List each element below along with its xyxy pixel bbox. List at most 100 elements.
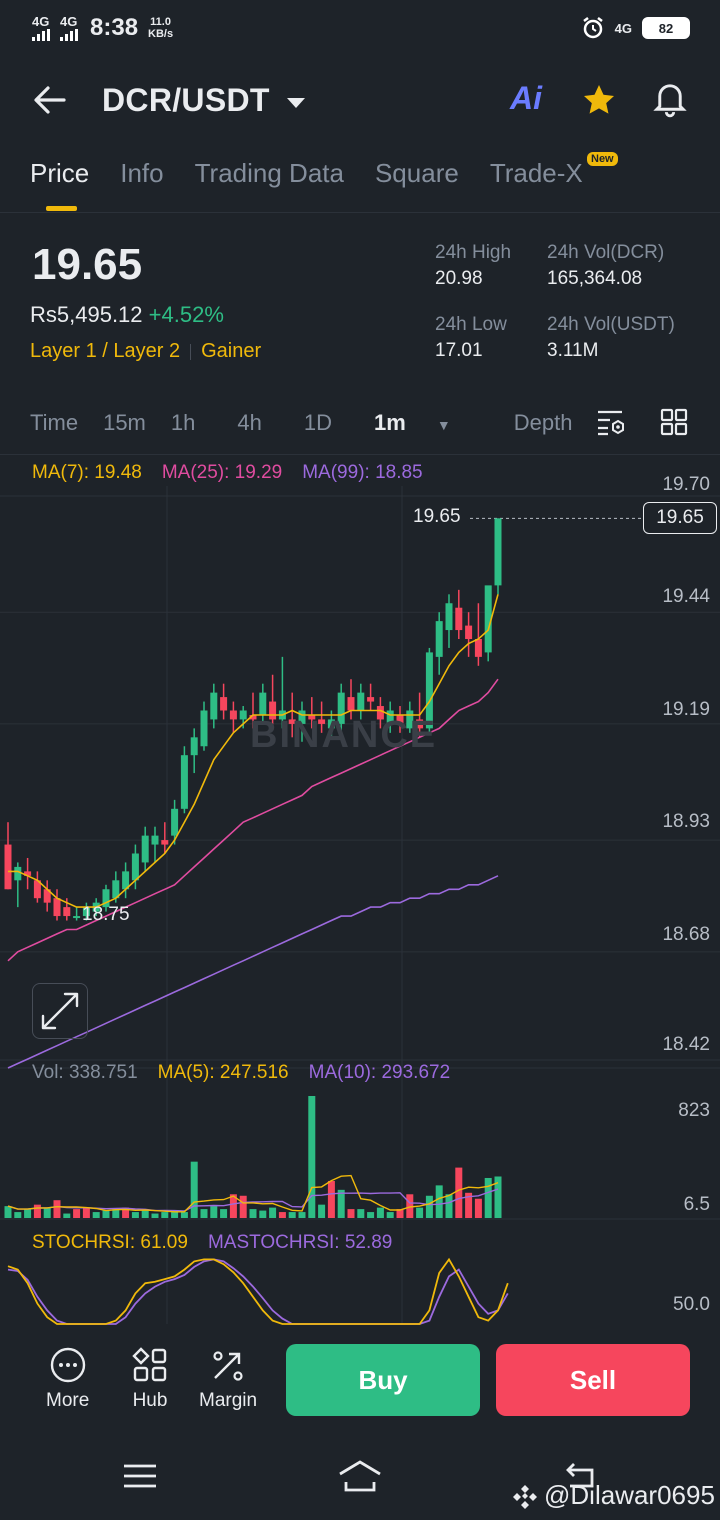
tag-layer[interactable]: Layer 1 / Layer 2	[30, 340, 180, 362]
speed-value: 11.0	[150, 16, 171, 28]
stat-low-value: 17.01	[435, 340, 483, 361]
volume-bar	[474, 1198, 482, 1218]
tag-gainer[interactable]: Gainer	[201, 340, 261, 362]
buy-button[interactable]: Buy	[286, 1344, 480, 1416]
volume-bar	[386, 1212, 394, 1218]
volume-bar	[249, 1209, 257, 1218]
user-watermark: @Dilawar0695	[512, 1480, 715, 1511]
volume-bar	[259, 1210, 267, 1218]
tab-square[interactable]: Square	[375, 158, 459, 189]
more-button[interactable]: More	[46, 1346, 89, 1412]
tf-depth[interactable]: Depth	[514, 410, 573, 436]
layout-grid-icon[interactable]	[660, 408, 688, 436]
low-marker: 18.75	[82, 904, 130, 925]
clock: 8:38	[90, 14, 139, 41]
volume-bar	[337, 1189, 345, 1218]
y-tick: 18.68	[662, 924, 710, 945]
star-icon[interactable]	[580, 82, 618, 118]
volume-bar	[200, 1209, 208, 1218]
fullscreen-button[interactable]	[32, 983, 88, 1039]
volume-bar	[445, 1194, 453, 1218]
hub-button[interactable]: Hub	[131, 1346, 169, 1412]
stat-high: 24h High 20.98	[435, 242, 511, 290]
battery-level: 82	[658, 20, 674, 36]
stat-vol-usdt-label: 24h Vol(USDT)	[547, 314, 675, 335]
high-marker: 19.65	[413, 506, 461, 527]
volume-bar	[24, 1209, 32, 1218]
ma25-label: MA(25): 19.29	[161, 462, 283, 483]
tab-trading-data[interactable]: Trading Data	[195, 158, 344, 189]
candle-body	[465, 625, 473, 639]
candle-body	[210, 692, 218, 720]
local-price: Rs5,495.12	[30, 302, 143, 327]
pair-selector[interactable]: DCR/USDT	[102, 82, 307, 119]
status-left: 4G 4G 8:38 11.0 KB/s	[32, 14, 173, 42]
candle-body	[367, 697, 375, 702]
volume-bar	[210, 1206, 218, 1218]
volume-bar	[288, 1212, 296, 1218]
vol-tick: 823	[678, 1100, 710, 1121]
volume-bar	[278, 1212, 286, 1218]
volume-bar	[357, 1209, 365, 1218]
indicator-settings-icon[interactable]	[596, 408, 628, 438]
signal-bars-icon	[32, 29, 50, 41]
home-icon[interactable]	[336, 1458, 384, 1494]
ma7-label: MA(7): 19.48	[32, 462, 142, 483]
signal-2: 4G	[60, 15, 78, 41]
stat-low-label: 24h Low	[435, 314, 507, 335]
volume-bar	[347, 1209, 355, 1218]
mastochrsi-label: MASTOCHRSI: 52.89	[207, 1232, 393, 1253]
more-label: More	[46, 1390, 90, 1411]
tf-4h[interactable]: 4h	[237, 410, 261, 436]
candle-body	[190, 737, 198, 756]
candle-body	[73, 916, 81, 919]
volume-ma5-line	[7, 1174, 499, 1213]
y-tick: 18.42	[662, 1034, 710, 1055]
tag-separator	[190, 343, 192, 360]
volume-bar	[82, 1207, 90, 1218]
mastochrsi-line	[7, 1258, 509, 1325]
tab-trade-x[interactable]: Trade-X	[490, 158, 583, 189]
margin-button[interactable]: Margin	[199, 1346, 257, 1412]
volume-bar	[33, 1204, 41, 1218]
tf-1m[interactable]: 1m ▼	[374, 410, 476, 436]
stat-vol-dcr: 24h Vol(DCR) 165,364.08	[547, 242, 664, 290]
candle-body	[445, 603, 453, 631]
ma-legend: MA(7): 19.48 MA(25): 19.29 MA(99): 18.85	[32, 462, 423, 484]
tf-15m[interactable]: 15m	[103, 410, 146, 436]
bell-icon[interactable]	[652, 80, 688, 118]
candle-body	[455, 607, 463, 631]
alarm-icon	[582, 17, 603, 39]
volume-bar	[298, 1212, 306, 1218]
candle-body	[161, 840, 169, 845]
candle-body	[141, 835, 149, 863]
volume-bar	[4, 1206, 12, 1218]
stochrsi-legend: STOCHRSI: 61.09 MASTOCHRSI: 52.89	[32, 1232, 392, 1254]
tab-price[interactable]: Price	[30, 158, 89, 189]
ma99-label: MA(99): 18.85	[302, 462, 423, 483]
candle-body	[239, 710, 247, 720]
sell-button[interactable]: Sell	[496, 1344, 690, 1416]
vol-tick: 6.5	[683, 1194, 710, 1215]
candle-body	[259, 692, 267, 715]
volume-bar	[151, 1213, 159, 1218]
tf-time[interactable]: Time	[30, 410, 78, 436]
tab-info[interactable]: Info	[120, 158, 163, 189]
menu-icon[interactable]	[122, 1462, 158, 1490]
hub-label: Hub	[132, 1390, 168, 1411]
tf-1h[interactable]: 1h	[171, 410, 195, 436]
y-tick: 18.93	[662, 811, 710, 832]
volume-bar	[425, 1195, 433, 1218]
vol-ma5-label: MA(5): 247.516	[157, 1062, 289, 1083]
tf-1m-label: 1m	[373, 410, 406, 435]
candle-body	[229, 710, 237, 720]
divider	[0, 212, 720, 213]
candle-body	[14, 866, 22, 881]
ai-button[interactable]: Ai	[510, 80, 542, 117]
back-arrow-icon[interactable]	[32, 84, 68, 116]
volume-bar	[376, 1207, 384, 1218]
tf-1d[interactable]: 1D	[304, 410, 332, 436]
margin-icon	[213, 1351, 243, 1381]
binance-logo-icon	[513, 1484, 537, 1509]
volume-bar	[161, 1212, 169, 1218]
